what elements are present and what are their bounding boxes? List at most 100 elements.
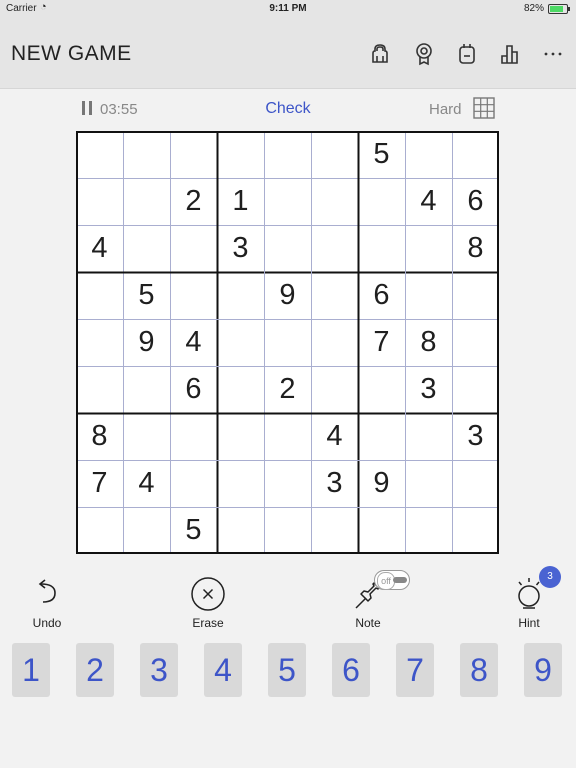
sudoku-cell[interactable]: [123, 131, 170, 178]
sudoku-cell[interactable]: 6: [170, 366, 217, 413]
sudoku-cell[interactable]: 6: [358, 272, 405, 319]
sudoku-cell[interactable]: [358, 225, 405, 272]
sudoku-cell[interactable]: [217, 272, 264, 319]
number-key-5[interactable]: 5: [268, 643, 306, 697]
sudoku-cell[interactable]: [76, 272, 123, 319]
sudoku-cell[interactable]: [217, 460, 264, 507]
sudoku-cell[interactable]: [264, 413, 311, 460]
sudoku-cell[interactable]: 3: [217, 225, 264, 272]
sudoku-cell[interactable]: 5: [358, 131, 405, 178]
statistics-icon[interactable]: [498, 42, 522, 66]
sudoku-cell[interactable]: [405, 413, 452, 460]
number-key-7[interactable]: 7: [396, 643, 434, 697]
sudoku-cell[interactable]: [452, 131, 499, 178]
sudoku-cell[interactable]: [170, 460, 217, 507]
note-button[interactable]: off Note: [323, 570, 413, 630]
sudoku-cell[interactable]: [264, 225, 311, 272]
sudoku-cell[interactable]: 7: [76, 460, 123, 507]
sudoku-cell[interactable]: [123, 507, 170, 554]
sudoku-cell[interactable]: [217, 319, 264, 366]
sudoku-cell[interactable]: 6: [452, 178, 499, 225]
sudoku-cell[interactable]: [452, 507, 499, 554]
store-icon[interactable]: [368, 42, 392, 66]
sudoku-cell[interactable]: [264, 178, 311, 225]
sudoku-cell[interactable]: [358, 507, 405, 554]
sudoku-cell[interactable]: 4: [76, 225, 123, 272]
grid-icon[interactable]: [473, 97, 495, 119]
sudoku-cell[interactable]: 9: [123, 319, 170, 366]
undo-button[interactable]: Undo: [2, 574, 92, 630]
sudoku-cell[interactable]: 4: [311, 413, 358, 460]
erase-button[interactable]: Erase: [163, 574, 253, 630]
sudoku-cell[interactable]: 3: [405, 366, 452, 413]
sudoku-cell[interactable]: 4: [170, 319, 217, 366]
sudoku-cell[interactable]: 4: [405, 178, 452, 225]
more-icon[interactable]: [541, 42, 565, 66]
sudoku-cell[interactable]: [217, 507, 264, 554]
number-key-2[interactable]: 2: [76, 643, 114, 697]
sudoku-cell[interactable]: [311, 507, 358, 554]
sudoku-cell[interactable]: [76, 507, 123, 554]
sudoku-cell[interactable]: 5: [170, 507, 217, 554]
sudoku-cell[interactable]: [311, 178, 358, 225]
hint-button[interactable]: 3 Hint: [484, 566, 574, 630]
sudoku-cell[interactable]: [452, 366, 499, 413]
sudoku-cell[interactable]: 9: [358, 460, 405, 507]
sudoku-cell[interactable]: [452, 460, 499, 507]
sudoku-cell[interactable]: [358, 178, 405, 225]
sudoku-cell[interactable]: [311, 225, 358, 272]
check-label[interactable]: Check: [265, 100, 310, 117]
sudoku-cell[interactable]: 8: [76, 413, 123, 460]
sudoku-cell[interactable]: [264, 460, 311, 507]
sudoku-cell[interactable]: [264, 319, 311, 366]
number-key-6[interactable]: 6: [332, 643, 370, 697]
sudoku-cell[interactable]: [76, 131, 123, 178]
number-key-3[interactable]: 3: [140, 643, 178, 697]
sudoku-cell[interactable]: 1: [217, 178, 264, 225]
sudoku-cell[interactable]: [405, 460, 452, 507]
sudoku-cell[interactable]: 2: [170, 178, 217, 225]
sudoku-cell[interactable]: [264, 507, 311, 554]
sudoku-cell[interactable]: [76, 319, 123, 366]
sudoku-cell[interactable]: [170, 225, 217, 272]
new-game-button[interactable]: NEW GAME: [11, 42, 132, 66]
sudoku-cell[interactable]: [76, 178, 123, 225]
sudoku-cell[interactable]: [358, 413, 405, 460]
sudoku-cell[interactable]: [170, 131, 217, 178]
sudoku-cell[interactable]: [123, 178, 170, 225]
sudoku-cell[interactable]: [405, 507, 452, 554]
sudoku-cell[interactable]: [170, 413, 217, 460]
sudoku-cell[interactable]: [311, 131, 358, 178]
sudoku-cell[interactable]: 8: [452, 225, 499, 272]
sudoku-cell[interactable]: [123, 225, 170, 272]
sudoku-cell[interactable]: 4: [123, 460, 170, 507]
sudoku-cell[interactable]: [452, 272, 499, 319]
sudoku-cell[interactable]: [264, 131, 311, 178]
sudoku-cell[interactable]: 3: [311, 460, 358, 507]
number-key-8[interactable]: 8: [460, 643, 498, 697]
daily-challenge-icon[interactable]: [455, 42, 479, 66]
sudoku-cell[interactable]: [123, 366, 170, 413]
sudoku-cell[interactable]: [123, 413, 170, 460]
sudoku-cell[interactable]: [358, 366, 405, 413]
sudoku-cell[interactable]: [217, 366, 264, 413]
number-key-1[interactable]: 1: [12, 643, 50, 697]
sudoku-cell[interactable]: 9: [264, 272, 311, 319]
sudoku-cell[interactable]: [311, 366, 358, 413]
sudoku-cell[interactable]: 8: [405, 319, 452, 366]
sudoku-cell[interactable]: [452, 319, 499, 366]
sudoku-cell[interactable]: [217, 131, 264, 178]
number-key-4[interactable]: 4: [204, 643, 242, 697]
sudoku-cell[interactable]: [217, 413, 264, 460]
note-toggle[interactable]: off: [374, 570, 410, 590]
sudoku-cell[interactable]: [405, 272, 452, 319]
number-key-9[interactable]: 9: [524, 643, 562, 697]
sudoku-cell[interactable]: 2: [264, 366, 311, 413]
achievement-icon[interactable]: [412, 42, 436, 66]
sudoku-cell[interactable]: 5: [123, 272, 170, 319]
sudoku-cell[interactable]: [170, 272, 217, 319]
sudoku-cell[interactable]: [405, 225, 452, 272]
sudoku-cell[interactable]: [311, 319, 358, 366]
sudoku-cell[interactable]: [405, 131, 452, 178]
sudoku-cell[interactable]: [76, 366, 123, 413]
